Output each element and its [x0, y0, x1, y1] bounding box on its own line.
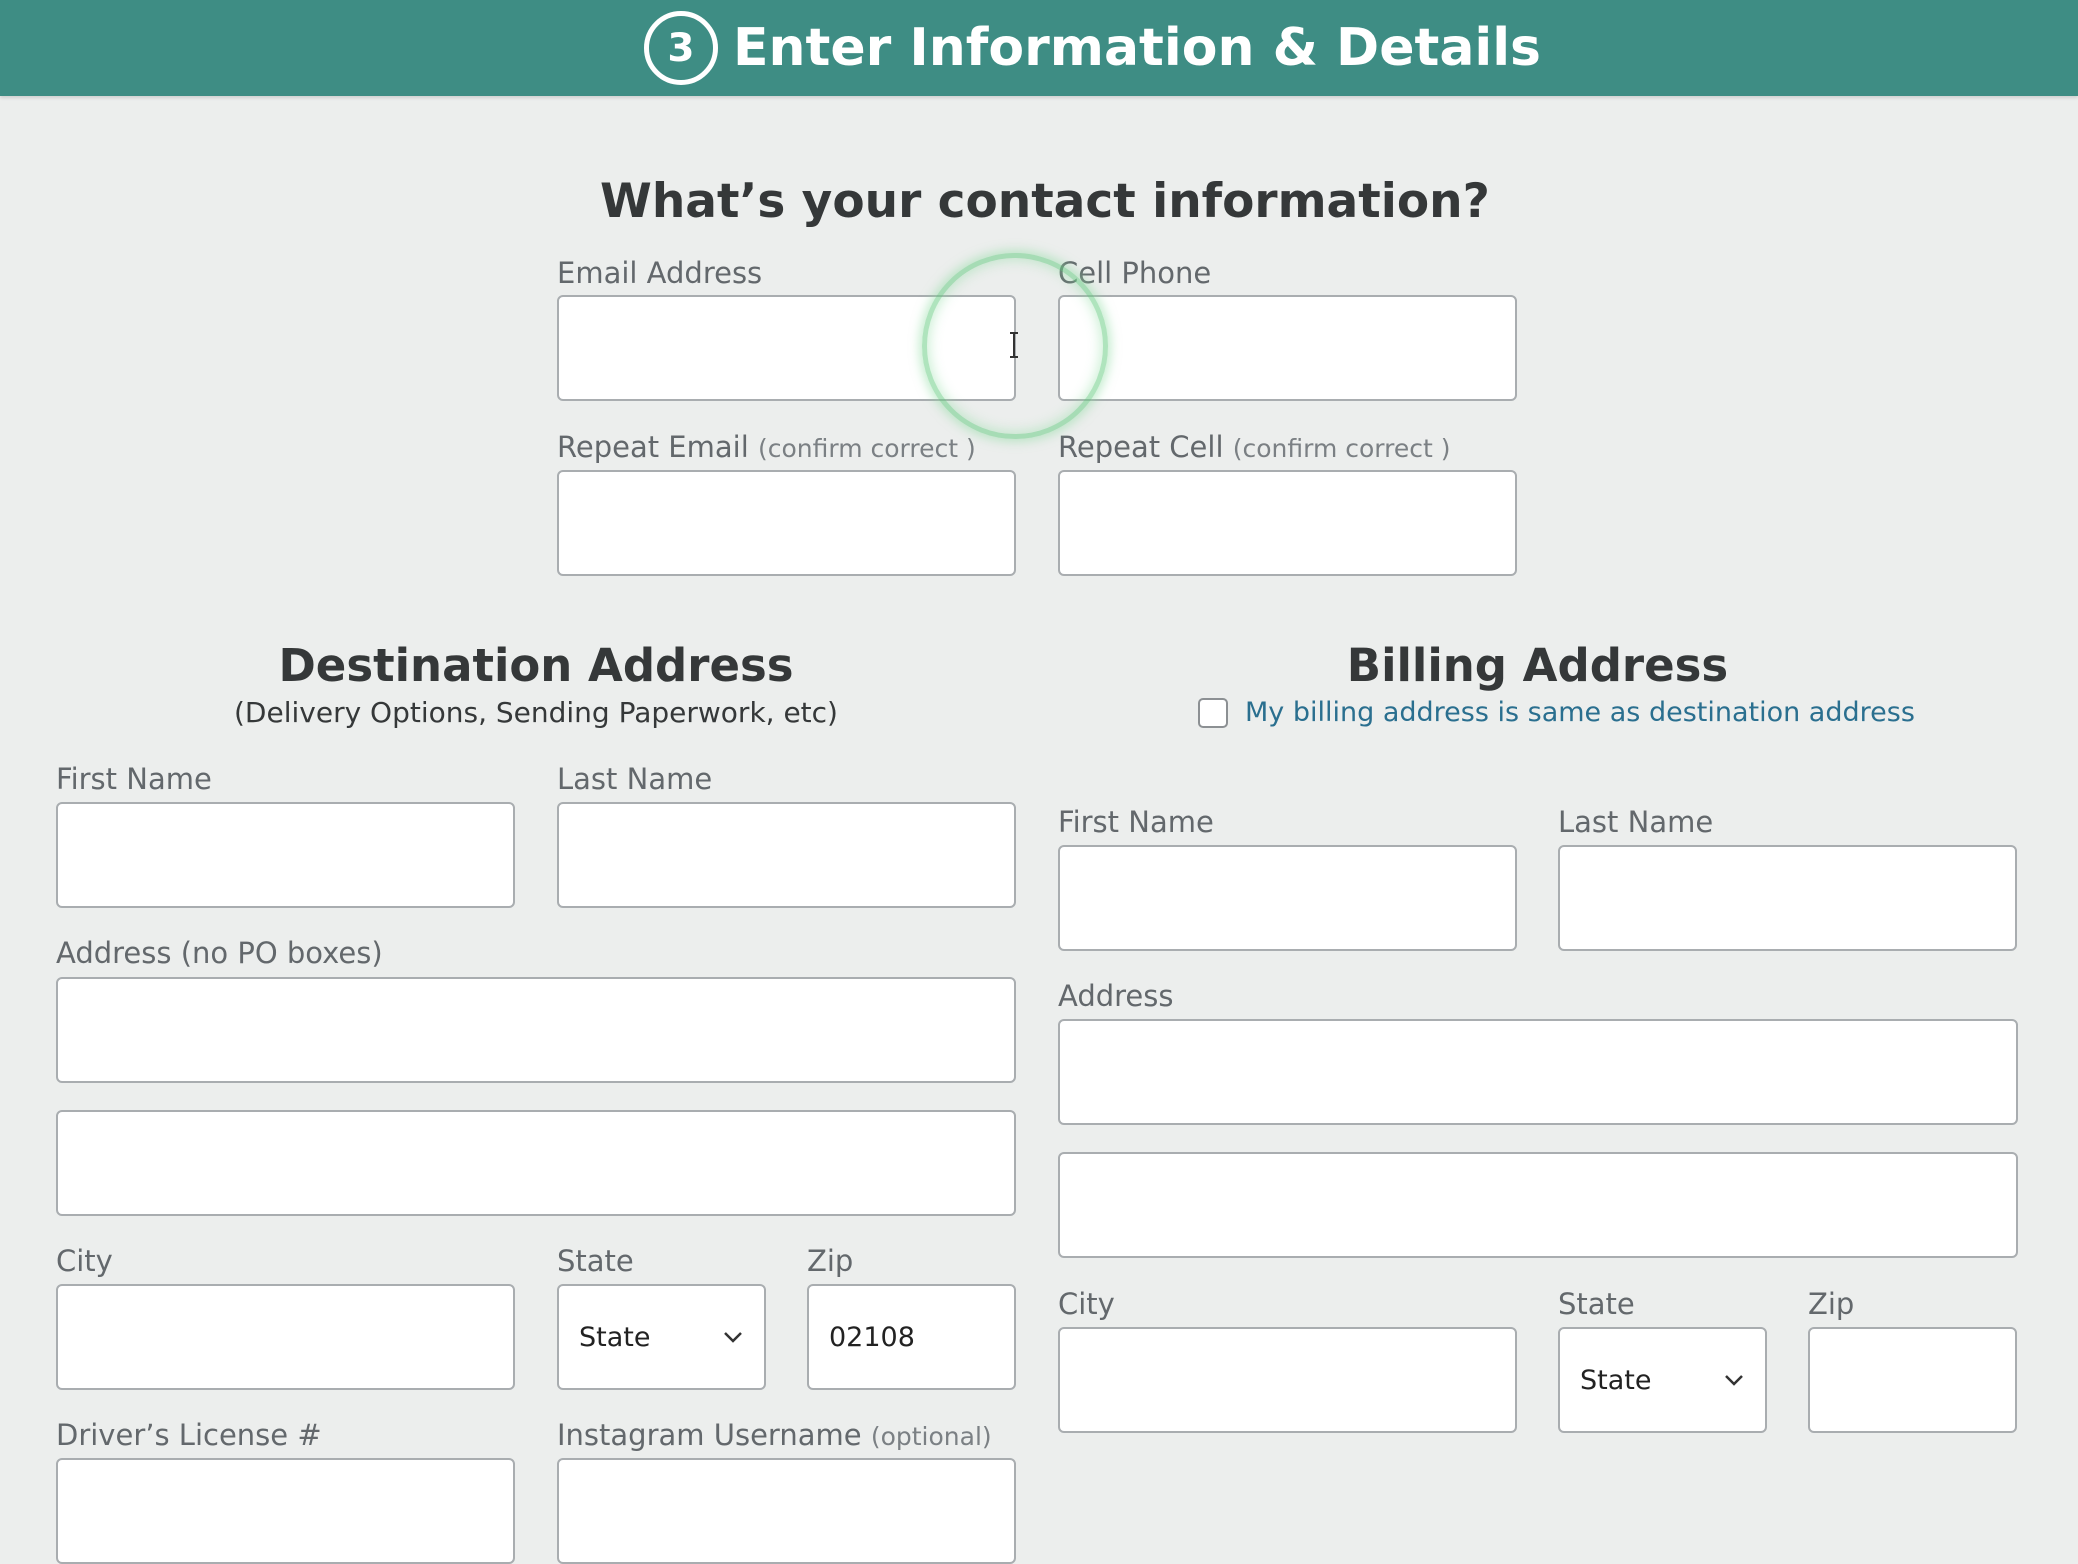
cell-phone-field[interactable] [1058, 295, 1517, 401]
bill-city-label: City [1058, 1287, 1115, 1321]
bill-first-name-label: First Name [1058, 805, 1214, 839]
optional-hint: (optional) [870, 1422, 992, 1451]
bill-address-line1-field[interactable] [1058, 1019, 2018, 1125]
dest-zip-label: Zip [807, 1244, 854, 1278]
bill-last-name-label: Last Name [1558, 805, 1714, 839]
bill-city-field[interactable] [1058, 1327, 1517, 1433]
bill-state-value: State [1580, 1364, 1652, 1396]
dest-city-field[interactable] [56, 1284, 515, 1390]
destination-address-subtitle: (Delivery Options, Sending Paperwork, et… [234, 696, 838, 729]
chevron-down-icon [724, 1332, 742, 1343]
header-title: Enter Information & Details [733, 18, 1542, 78]
dest-address-line2-field[interactable] [56, 1110, 1016, 1216]
cell-phone-label: Cell Phone [1058, 256, 1212, 290]
dest-address-line1-field[interactable] [56, 977, 1016, 1083]
drivers-license-label: Driver’s License # [56, 1418, 322, 1452]
dest-address-label: Address (no PO boxes) [56, 936, 383, 970]
billing-same-label[interactable]: My billing address is same as destinatio… [1245, 694, 1915, 732]
dest-city-label: City [56, 1244, 113, 1278]
dest-state-label: State [557, 1244, 634, 1278]
repeat-cell-label-text: Repeat Cell [1058, 430, 1224, 464]
dest-first-name-label: First Name [56, 762, 212, 796]
instagram-field[interactable] [557, 1458, 1016, 1564]
page-header: 3 Enter Information & Details [0, 0, 2078, 96]
dest-state-value: State [579, 1321, 651, 1353]
text-cursor-icon [1010, 332, 1018, 358]
dest-last-name-label: Last Name [557, 762, 713, 796]
confirm-hint: (confirm correct ) [1232, 434, 1451, 463]
email-label: Email Address [557, 256, 763, 290]
chevron-down-icon [1725, 1375, 1743, 1386]
dest-zip-field[interactable] [807, 1284, 1016, 1390]
bill-address-line2-field[interactable] [1058, 1152, 2018, 1258]
bill-state-label: State [1558, 1287, 1635, 1321]
dest-state-select[interactable]: State [557, 1284, 766, 1390]
bill-zip-field[interactable] [1808, 1327, 2017, 1433]
repeat-email-label: Repeat Email (confirm correct ) [557, 430, 976, 466]
repeat-email-label-text: Repeat Email [557, 430, 749, 464]
instagram-label: Instagram Username (optional) [557, 1418, 992, 1454]
dest-first-name-field[interactable] [56, 802, 515, 908]
destination-address-title: Destination Address [278, 639, 794, 692]
repeat-email-field[interactable] [557, 470, 1016, 576]
contact-section-title: What’s your contact information? [600, 174, 1490, 229]
repeat-cell-label: Repeat Cell (confirm correct ) [1058, 430, 1451, 466]
email-field[interactable] [557, 295, 1016, 401]
drivers-license-field[interactable] [56, 1458, 515, 1564]
bill-first-name-field[interactable] [1058, 845, 1517, 951]
bill-zip-label: Zip [1808, 1287, 1855, 1321]
step-number-badge: 3 [644, 11, 718, 85]
billing-address-title: Billing Address [1346, 639, 1729, 692]
billing-same-checkbox[interactable] [1198, 698, 1228, 728]
bill-state-select[interactable]: State [1558, 1327, 1767, 1433]
bill-address-label: Address [1058, 979, 1174, 1013]
confirm-hint: (confirm correct ) [757, 434, 976, 463]
repeat-cell-field[interactable] [1058, 470, 1517, 576]
bill-last-name-field[interactable] [1558, 845, 2017, 951]
dest-last-name-field[interactable] [557, 802, 1016, 908]
instagram-label-text: Instagram Username [557, 1418, 862, 1452]
